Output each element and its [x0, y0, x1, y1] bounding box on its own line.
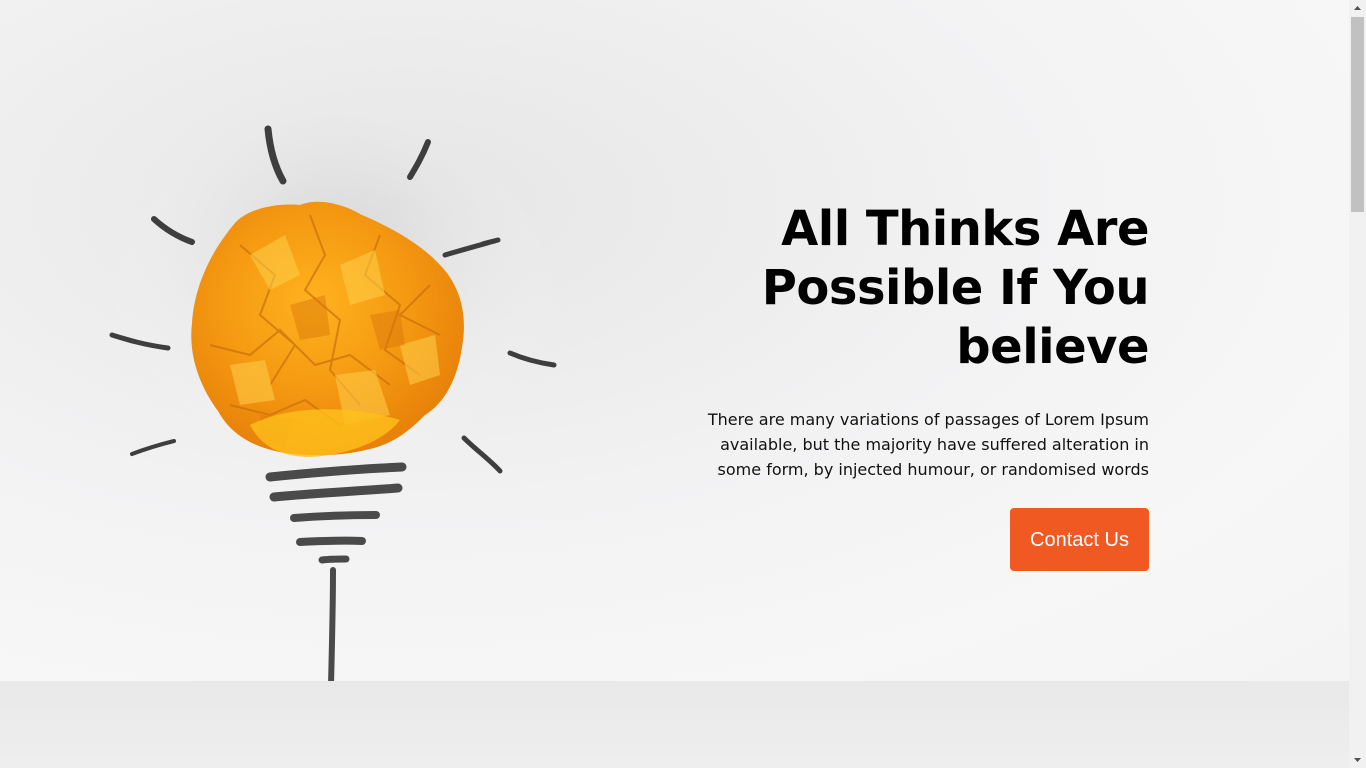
hero-title: All Thinks Are Possible If You believe: [761, 201, 1150, 375]
scroll-thumb[interactable]: [1351, 17, 1364, 212]
next-section: [0, 681, 1349, 768]
vertical-scrollbar[interactable]: [1349, 0, 1366, 768]
scroll-down-arrow-icon[interactable]: [1349, 751, 1366, 768]
scroll-up-arrow-icon[interactable]: [1349, 0, 1366, 17]
hero-description: There are many variations of passages of…: [707, 410, 1149, 479]
hero-content: All Thinks Are Possible If You believe T…: [679, 200, 1150, 571]
hero-section: All Thinks Are Possible If You believe T…: [0, 0, 1349, 681]
page: All Thinks Are Possible If You believe T…: [0, 0, 1366, 768]
lightbulb-illustration: [109, 115, 557, 681]
contact-us-button[interactable]: Contact Us: [1010, 508, 1149, 571]
